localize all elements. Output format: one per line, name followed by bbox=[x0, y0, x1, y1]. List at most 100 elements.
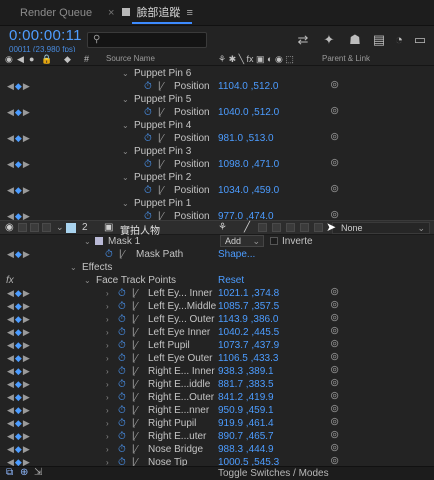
graph-icon[interactable]: ⌊⁄ bbox=[132, 430, 138, 443]
layer-search-input[interactable]: ⚲ bbox=[87, 32, 207, 48]
keyframe-navigator[interactable]: ◀◆▶ bbox=[7, 313, 30, 326]
effect-reset-link[interactable]: Reset bbox=[218, 274, 244, 287]
keyframe-navigator[interactable]: ◀◆▶ bbox=[7, 287, 30, 300]
face-point-row[interactable]: ◀◆▶ › ⏱ ⌊⁄ Left Ey... Inner 1021.1 ,374.… bbox=[0, 286, 434, 300]
expand-chevron-icon[interactable]: › bbox=[106, 417, 109, 430]
stopwatch-icon[interactable]: ⏱ bbox=[118, 326, 126, 339]
expand-chevron-icon[interactable]: › bbox=[106, 287, 109, 300]
graph-icon[interactable]: ⌊⁄ bbox=[132, 326, 138, 339]
graph-icon[interactable]: ⌊⁄ bbox=[132, 378, 138, 391]
face-point-row[interactable]: ◀◆▶ › ⏱ ⌊⁄ Nose Bridge 988.3 ,444.9 ⊚ bbox=[0, 442, 434, 456]
face-point-value[interactable]: 919.9 ,461.4 bbox=[218, 417, 274, 430]
stopwatch-icon[interactable]: ⏱ bbox=[118, 430, 126, 443]
stopwatch-icon[interactable]: ⏱ bbox=[118, 352, 126, 365]
comp-mini-flowchart-icon[interactable]: ⇄ bbox=[294, 31, 312, 49]
puppet-pin-position-row[interactable]: ◀◆▶ ⏱ ⌊⁄ Position 1034.0 ,459.0 ⊚ bbox=[0, 183, 434, 197]
effect-switch[interactable] bbox=[258, 223, 267, 232]
puppet-pin-position-row[interactable]: ◀◆▶ ⏱ ⌊⁄ Position 1040.0 ,512.0 ⊚ bbox=[0, 105, 434, 119]
puppet-pin-row[interactable]: ⌄ Puppet Pin 4 bbox=[0, 119, 434, 132]
pick-whip-icon[interactable]: ⊚ bbox=[330, 377, 339, 390]
stopwatch-icon[interactable]: ⏱ bbox=[118, 287, 126, 300]
graph-icon[interactable]: ⌊⁄ bbox=[158, 106, 164, 119]
puppet-pin-row[interactable]: ⌄ Puppet Pin 2 bbox=[0, 171, 434, 184]
quality-switch-icon[interactable]: ╱ bbox=[244, 222, 250, 233]
graph-editor-icon[interactable]: ▭ bbox=[411, 31, 429, 49]
face-point-row[interactable]: ◀◆▶ › ⏱ ⌊⁄ Left Ey...Middle 1085.7 ,357.… bbox=[0, 299, 434, 313]
stopwatch-icon[interactable]: ⏱ bbox=[118, 443, 126, 456]
puppet-pin-row[interactable]: ⌄ Puppet Pin 1 bbox=[0, 197, 434, 210]
expand-chevron-icon[interactable]: ⌄ bbox=[84, 274, 91, 287]
graph-icon[interactable]: ⌊⁄ bbox=[132, 313, 138, 326]
keyframe-navigator[interactable]: ◀◆▶ bbox=[7, 80, 30, 93]
expand-chevron-icon[interactable]: › bbox=[106, 391, 109, 404]
graph-icon[interactable]: ⌊⁄ bbox=[158, 132, 164, 145]
keyframe-navigator[interactable]: ◀◆▶ bbox=[7, 430, 30, 443]
pick-whip-icon[interactable]: ⊚ bbox=[330, 79, 339, 92]
stopwatch-icon[interactable]: ⏱ bbox=[118, 365, 126, 378]
close-tab-icon[interactable]: × bbox=[108, 7, 114, 19]
graph-icon[interactable]: ⌊⁄ bbox=[132, 404, 138, 417]
solo-switch[interactable] bbox=[30, 223, 39, 232]
parent-dropdown[interactable]: None ⌄ bbox=[332, 222, 430, 234]
tab-render-queue[interactable]: Render Queue bbox=[20, 0, 92, 26]
layer-collapse-chevron-icon[interactable]: ⌄ bbox=[56, 222, 64, 233]
face-point-value[interactable]: 881.7 ,383.5 bbox=[218, 378, 274, 391]
motion-blur-switch[interactable] bbox=[286, 223, 295, 232]
graph-icon[interactable]: ⌊⁄ bbox=[158, 80, 164, 93]
keyframe-navigator[interactable]: ◀◆▶ bbox=[7, 339, 30, 352]
expand-chevron-icon[interactable]: ⌄ bbox=[122, 145, 129, 158]
graph-icon[interactable]: ⌊⁄ bbox=[132, 443, 138, 456]
mask-path-value[interactable]: Shape... bbox=[218, 248, 255, 261]
toggle-switches-modes-button[interactable]: Toggle Switches / Modes bbox=[218, 468, 329, 479]
keyframe-navigator[interactable]: ◀◆▶ bbox=[7, 300, 30, 313]
face-point-value[interactable]: 1040.2 ,445.5 bbox=[218, 326, 279, 339]
keyframe-navigator[interactable]: ◀◆▶ bbox=[7, 443, 30, 456]
graph-icon[interactable]: ⌊⁄ bbox=[132, 365, 138, 378]
frame-blend-switch[interactable] bbox=[272, 223, 281, 232]
expand-chevron-icon[interactable]: › bbox=[106, 365, 109, 378]
puppet-pin-row[interactable]: ⌄ Puppet Pin 3 bbox=[0, 145, 434, 158]
graph-icon[interactable]: ⌊⁄ bbox=[132, 391, 138, 404]
shy-switch-icon[interactable]: ⚘ bbox=[218, 222, 227, 233]
face-point-row[interactable]: ◀◆▶ › ⏱ ⌊⁄ Right E...iddle 881.7 ,383.5 … bbox=[0, 377, 434, 391]
face-point-value[interactable]: 1073.7 ,437.9 bbox=[218, 339, 279, 352]
graph-icon[interactable]: ⌊⁄ bbox=[158, 158, 164, 171]
in-out-pane-icon[interactable]: ⇲ bbox=[34, 467, 42, 478]
graph-icon[interactable]: ⌊⁄ bbox=[158, 184, 164, 197]
fx-icon[interactable]: fx bbox=[6, 274, 14, 287]
effects-group-row[interactable]: ⌄ Effects bbox=[0, 261, 434, 274]
expand-chevron-icon[interactable]: ⌄ bbox=[122, 119, 129, 132]
expand-chevron-icon[interactable]: ⌄ bbox=[84, 235, 91, 248]
expand-chevron-icon[interactable]: ⌄ bbox=[122, 93, 129, 106]
face-point-row[interactable]: ◀◆▶ › ⏱ ⌊⁄ Left Ey... Outer 1143.9 ,386.… bbox=[0, 312, 434, 326]
expand-chevron-icon[interactable]: ⌄ bbox=[122, 67, 129, 80]
face-point-row[interactable]: ◀◆▶ › ⏱ ⌊⁄ Right E...Outer 841.2 ,419.9 … bbox=[0, 390, 434, 404]
mask-color-swatch[interactable] bbox=[95, 237, 103, 245]
face-point-row[interactable]: ◀◆▶ › ⏱ ⌊⁄ Right E...nner 950.9 ,459.1 ⊚ bbox=[0, 403, 434, 417]
expand-chevron-icon[interactable]: ⌄ bbox=[70, 261, 77, 274]
3d-layer-switch[interactable] bbox=[314, 223, 323, 232]
video-visibility-icon[interactable]: ◉ bbox=[5, 222, 14, 233]
face-point-row[interactable]: ◀◆▶ › ⏱ ⌊⁄ Right Pupil 919.9 ,461.4 ⊚ bbox=[0, 416, 434, 430]
layer-switches-pane-icon[interactable]: ⧉ bbox=[6, 467, 13, 478]
pick-whip-icon[interactable]: ⊚ bbox=[330, 442, 339, 455]
position-value[interactable]: 1098.0 ,471.0 bbox=[218, 158, 279, 171]
stopwatch-icon[interactable]: ⏱ bbox=[118, 339, 126, 352]
stopwatch-icon[interactable]: ⏱ bbox=[118, 378, 126, 391]
solo-switch-icon[interactable]: ● bbox=[29, 54, 34, 64]
graph-icon[interactable]: ⌊⁄ bbox=[119, 248, 125, 261]
switches-column-icons[interactable]: ⚘ ✱ ╲ fx ▣ ◐ ◉ ⬚ bbox=[218, 54, 294, 65]
puppet-pin-position-row[interactable]: ◀◆▶ ⏱ ⌊⁄ Position 1104.0 ,512.0 ⊚ bbox=[0, 79, 434, 93]
expand-chevron-icon[interactable]: › bbox=[106, 313, 109, 326]
parent-link-column-header[interactable]: Parent & Link bbox=[322, 54, 370, 63]
keyframe-navigator[interactable]: ◀◆▶ bbox=[7, 417, 30, 430]
pick-whip-icon[interactable]: ⊚ bbox=[330, 364, 339, 377]
mask-row[interactable]: ⌄ Mask 1 Add ⌄ Inverte bbox=[0, 235, 434, 248]
pick-whip-icon[interactable]: ⊚ bbox=[330, 299, 339, 312]
keyframe-navigator[interactable]: ◀◆▶ bbox=[7, 248, 30, 261]
expand-chevron-icon[interactable]: › bbox=[106, 352, 109, 365]
motion-blur-icon[interactable]: ◔ bbox=[390, 31, 408, 49]
lock-switch-icon[interactable]: 🔒 bbox=[41, 54, 52, 65]
audio-switch[interactable] bbox=[18, 223, 27, 232]
lock-switch[interactable] bbox=[42, 223, 51, 232]
